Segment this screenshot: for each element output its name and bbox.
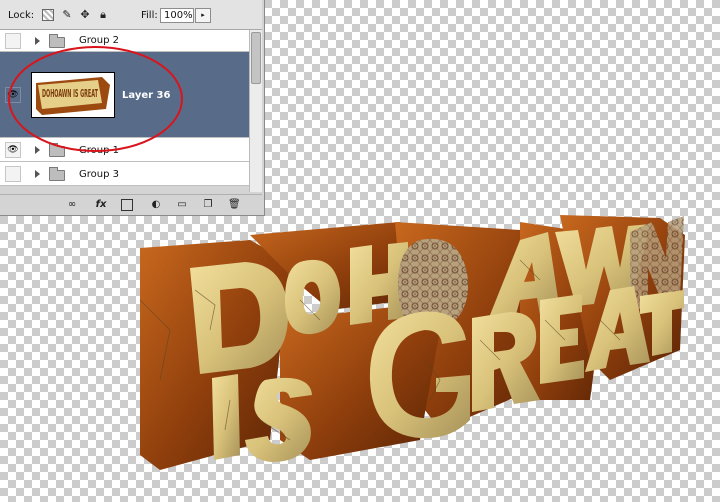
layer-name: Group 1: [79, 145, 119, 156]
eye-icon[interactable]: 👁: [5, 142, 21, 158]
folder-icon: [49, 34, 65, 48]
visibility-toggle-empty[interactable]: [5, 33, 21, 49]
lock-pixels-icon[interactable]: ✎: [61, 9, 73, 21]
lock-label: Lock:: [8, 10, 35, 21]
layer-name: Group 3: [79, 169, 119, 180]
visibility-toggle-empty[interactable]: [5, 166, 21, 182]
layer-row-group-1[interactable]: 👁 Group 1: [0, 138, 249, 162]
layer-thumbnail: DOHOAWN IS GREAT: [31, 72, 115, 118]
eye-icon[interactable]: 👁: [5, 87, 21, 103]
layers-bottom-toolbar: ∞ fx ◐ ▭ ❐ 🗑: [0, 194, 262, 215]
lock-all-icon[interactable]: 🔒︎: [97, 9, 109, 21]
expand-triangle-icon[interactable]: [35, 170, 40, 178]
new-group-icon[interactable]: ▭: [176, 199, 188, 211]
fill-input[interactable]: 100%: [160, 8, 194, 23]
fill-label: Fill:: [141, 10, 158, 21]
expand-triangle-icon[interactable]: [35, 146, 40, 154]
lock-bar: Lock: ✎ ✥ 🔒︎ Fill: 100% ▸: [0, 0, 262, 30]
fx-icon[interactable]: fx: [92, 199, 110, 211]
layers-scrollbar[interactable]: [249, 30, 262, 192]
layer-row-group-2[interactable]: Group 2: [0, 30, 249, 52]
folder-icon: [49, 143, 65, 157]
letter-o: [285, 259, 341, 335]
layer-mask-icon[interactable]: [121, 199, 133, 211]
layer-name-selected: Layer 36: [122, 90, 171, 101]
layer-row-group-3[interactable]: Group 3: [0, 162, 249, 186]
lock-transparency-icon[interactable]: [42, 9, 54, 21]
letter-e: [540, 294, 584, 384]
adjustment-icon[interactable]: ◐: [149, 199, 163, 211]
new-layer-icon[interactable]: ❐: [202, 199, 214, 211]
folder-icon: [49, 167, 65, 181]
trash-icon[interactable]: 🗑: [228, 199, 241, 211]
layers-panel: Lock: ✎ ✥ 🔒︎ Fill: 100% ▸ Group 2 👁 DOHO…: [0, 0, 265, 216]
lock-position-icon[interactable]: ✥: [79, 9, 91, 21]
letter-i: [212, 374, 240, 460]
expand-triangle-icon[interactable]: [35, 37, 40, 45]
link-icon[interactable]: ∞: [64, 199, 80, 211]
layer-row-layer-36[interactable]: 👁 DOHOAWN IS GREAT Layer 36: [0, 52, 249, 138]
fill-dropdown-arrow[interactable]: ▸: [195, 8, 211, 23]
thumbnail-text: DOHOAWN IS GREAT: [42, 87, 98, 100]
scrollbar-thumb[interactable]: [251, 32, 261, 84]
layer-name: Group 2: [79, 35, 119, 46]
